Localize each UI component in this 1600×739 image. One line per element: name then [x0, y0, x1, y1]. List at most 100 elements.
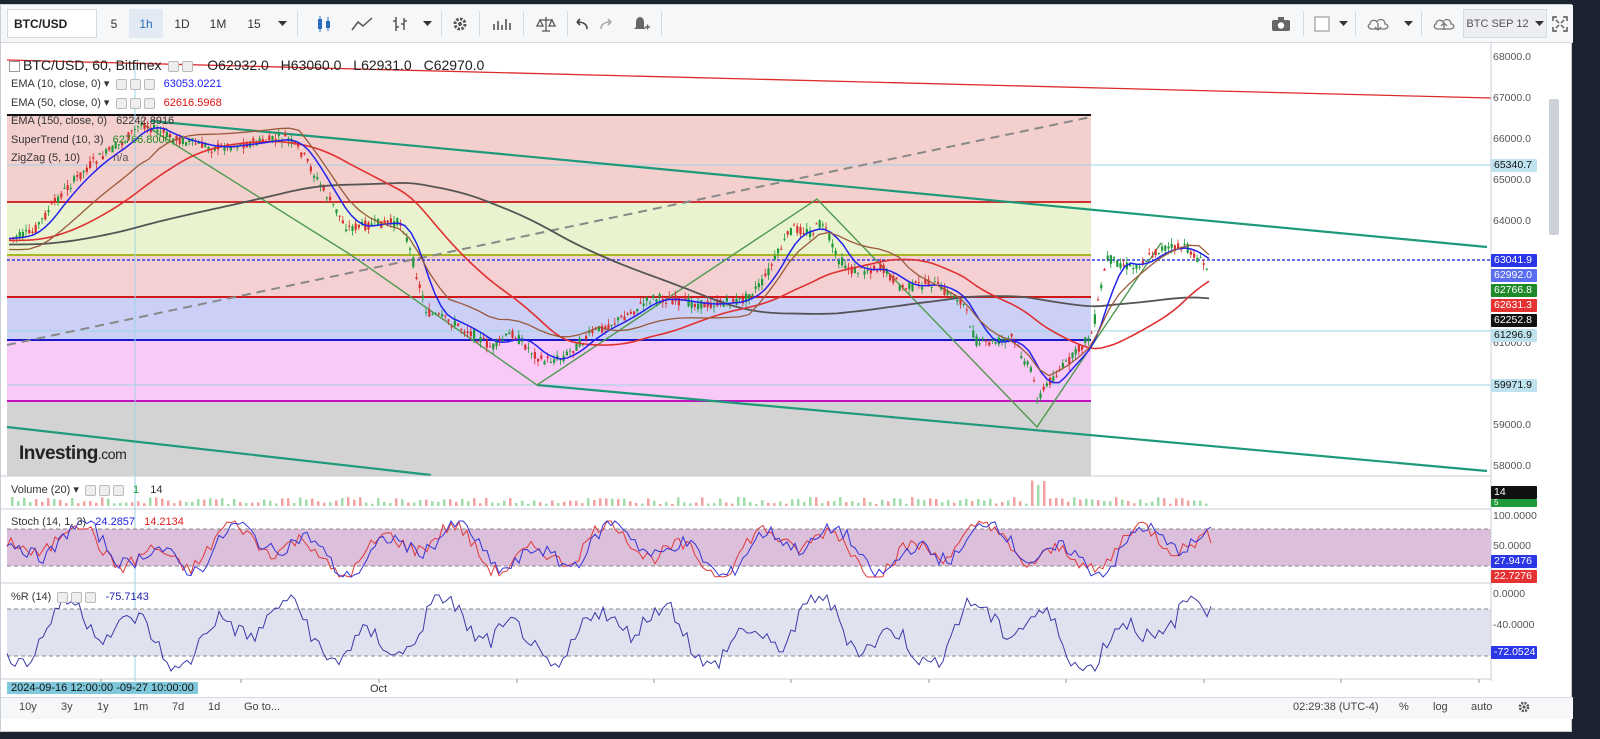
eye-icon[interactable] [115, 97, 127, 109]
volume-bar [1007, 500, 1010, 506]
snapshot-button[interactable] [1263, 9, 1299, 38]
eye-icon[interactable] [57, 591, 69, 603]
interval-15[interactable]: 15 [237, 9, 271, 38]
zigzag-value: n/a [113, 152, 129, 164]
auto-toggle[interactable]: auto [1471, 701, 1492, 713]
time-range-label: 2024-09-16 12:00:00 -09-27 10:00:00 [7, 682, 198, 694]
range-3y[interactable]: 3y [61, 701, 73, 713]
volume-bar [269, 500, 272, 506]
volume-bar [239, 502, 242, 506]
candle-body [687, 297, 690, 307]
candle-body [671, 299, 674, 305]
candle-body [444, 315, 447, 317]
gear-icon[interactable] [71, 591, 83, 603]
scale-icon [536, 16, 556, 32]
close-icon[interactable] [85, 591, 97, 603]
eye-icon[interactable] [168, 60, 180, 72]
candle-body [613, 323, 616, 325]
interval-1h[interactable]: 1h [129, 9, 163, 38]
close-icon[interactable] [143, 97, 155, 109]
log-toggle[interactable]: log [1433, 701, 1448, 713]
symbol-input[interactable]: BTC/USD [7, 9, 97, 38]
redo-button[interactable] [595, 9, 619, 38]
volume-bar [803, 502, 806, 506]
load-layout-button[interactable] [1359, 9, 1397, 38]
interval-1m[interactable]: 1M [201, 9, 235, 38]
indicators-button[interactable] [485, 9, 519, 38]
gear-icon [1518, 701, 1530, 713]
gear-icon[interactable] [129, 78, 141, 90]
settings-button-bottom[interactable] [1517, 700, 1531, 717]
stoch-k-badge: 27.9476 [1491, 555, 1537, 568]
volume-bar [293, 502, 296, 506]
layout-dropdown[interactable] [1335, 9, 1351, 38]
collapse-legend-icon[interactable] [9, 60, 20, 72]
volume-bar [1181, 498, 1184, 506]
candle-body [1132, 267, 1135, 270]
eye-icon[interactable] [84, 484, 96, 496]
app-window: BTC/USD 5 1h 1D 1M 15 BTC SEP 12 BTC/USD… [0, 0, 1600, 739]
range-10y[interactable]: 10y [19, 701, 37, 713]
undo-button[interactable] [569, 9, 593, 38]
volume-bar [647, 498, 650, 506]
load-dropdown[interactable] [1397, 9, 1419, 38]
candle-body [341, 220, 344, 224]
settings-button[interactable] [445, 9, 475, 38]
price-chart[interactable] [1, 43, 1573, 697]
interval-dropdown[interactable] [271, 9, 293, 38]
candle-body [1074, 348, 1077, 355]
interval-1d[interactable]: 1D [165, 9, 199, 38]
volume-bar [689, 503, 692, 506]
bottom-bar: 10y 3y 1y 1m 7d 1d Go to... 02:29:38 (UT… [1, 697, 1573, 719]
goto-button[interactable]: Go to... [244, 701, 280, 713]
volume-bar [221, 498, 224, 506]
volume-bar [1031, 480, 1034, 506]
candle-body [268, 135, 271, 141]
volume-bar [1067, 501, 1070, 506]
save-layout-button[interactable] [1425, 9, 1463, 38]
undo-icon [576, 17, 588, 29]
fullscreen-button[interactable] [1549, 9, 1571, 38]
top-toolbar: BTC/USD 5 1h 1D 1M 15 BTC SEP 12 [1, 5, 1573, 43]
compare-button[interactable] [529, 9, 563, 38]
vertical-scrollbar[interactable] [1549, 99, 1559, 235]
range-1d[interactable]: 1d [208, 701, 220, 713]
candle-body [812, 233, 815, 235]
chart-area[interactable]: BTC/USD, 60, Bitfinex O62932.0 H63060.0 … [1, 43, 1573, 697]
candle-body [1087, 338, 1090, 341]
volume-bar [581, 503, 584, 506]
contract-select[interactable]: BTC SEP 12 [1463, 9, 1547, 38]
volume-bar [281, 498, 284, 506]
candle-body [47, 210, 50, 213]
close-icon[interactable] [112, 484, 124, 496]
volume-bar [947, 499, 950, 506]
candle-body [629, 311, 632, 314]
alert-button[interactable] [623, 9, 657, 38]
candle-body [405, 237, 408, 242]
interval-5[interactable]: 5 [101, 9, 127, 38]
chart-type-dropdown[interactable] [417, 9, 437, 38]
volume-bar [263, 499, 266, 506]
percent-toggle[interactable]: % [1399, 701, 1409, 713]
gear-icon[interactable] [182, 60, 194, 72]
candle-body [793, 224, 796, 226]
candle-body [610, 324, 613, 326]
layout-button[interactable] [1307, 9, 1337, 38]
candles-button[interactable] [305, 9, 343, 38]
candle-body [85, 167, 88, 172]
close-icon[interactable] [143, 78, 155, 90]
range-7d[interactable]: 7d [172, 701, 184, 713]
gear-icon[interactable] [98, 484, 110, 496]
candle-body [1148, 253, 1151, 255]
range-1y[interactable]: 1y [97, 701, 109, 713]
eye-icon[interactable] [115, 78, 127, 90]
candle-body [626, 313, 629, 315]
line-chart-button[interactable] [343, 9, 381, 38]
volume-bar [905, 503, 908, 506]
gear-icon[interactable] [129, 97, 141, 109]
bars-button[interactable] [383, 9, 417, 38]
volume-bar [1043, 481, 1046, 506]
candle-body [620, 315, 623, 317]
fib-zone-5 [7, 340, 1091, 401]
range-1m[interactable]: 1m [133, 701, 148, 713]
